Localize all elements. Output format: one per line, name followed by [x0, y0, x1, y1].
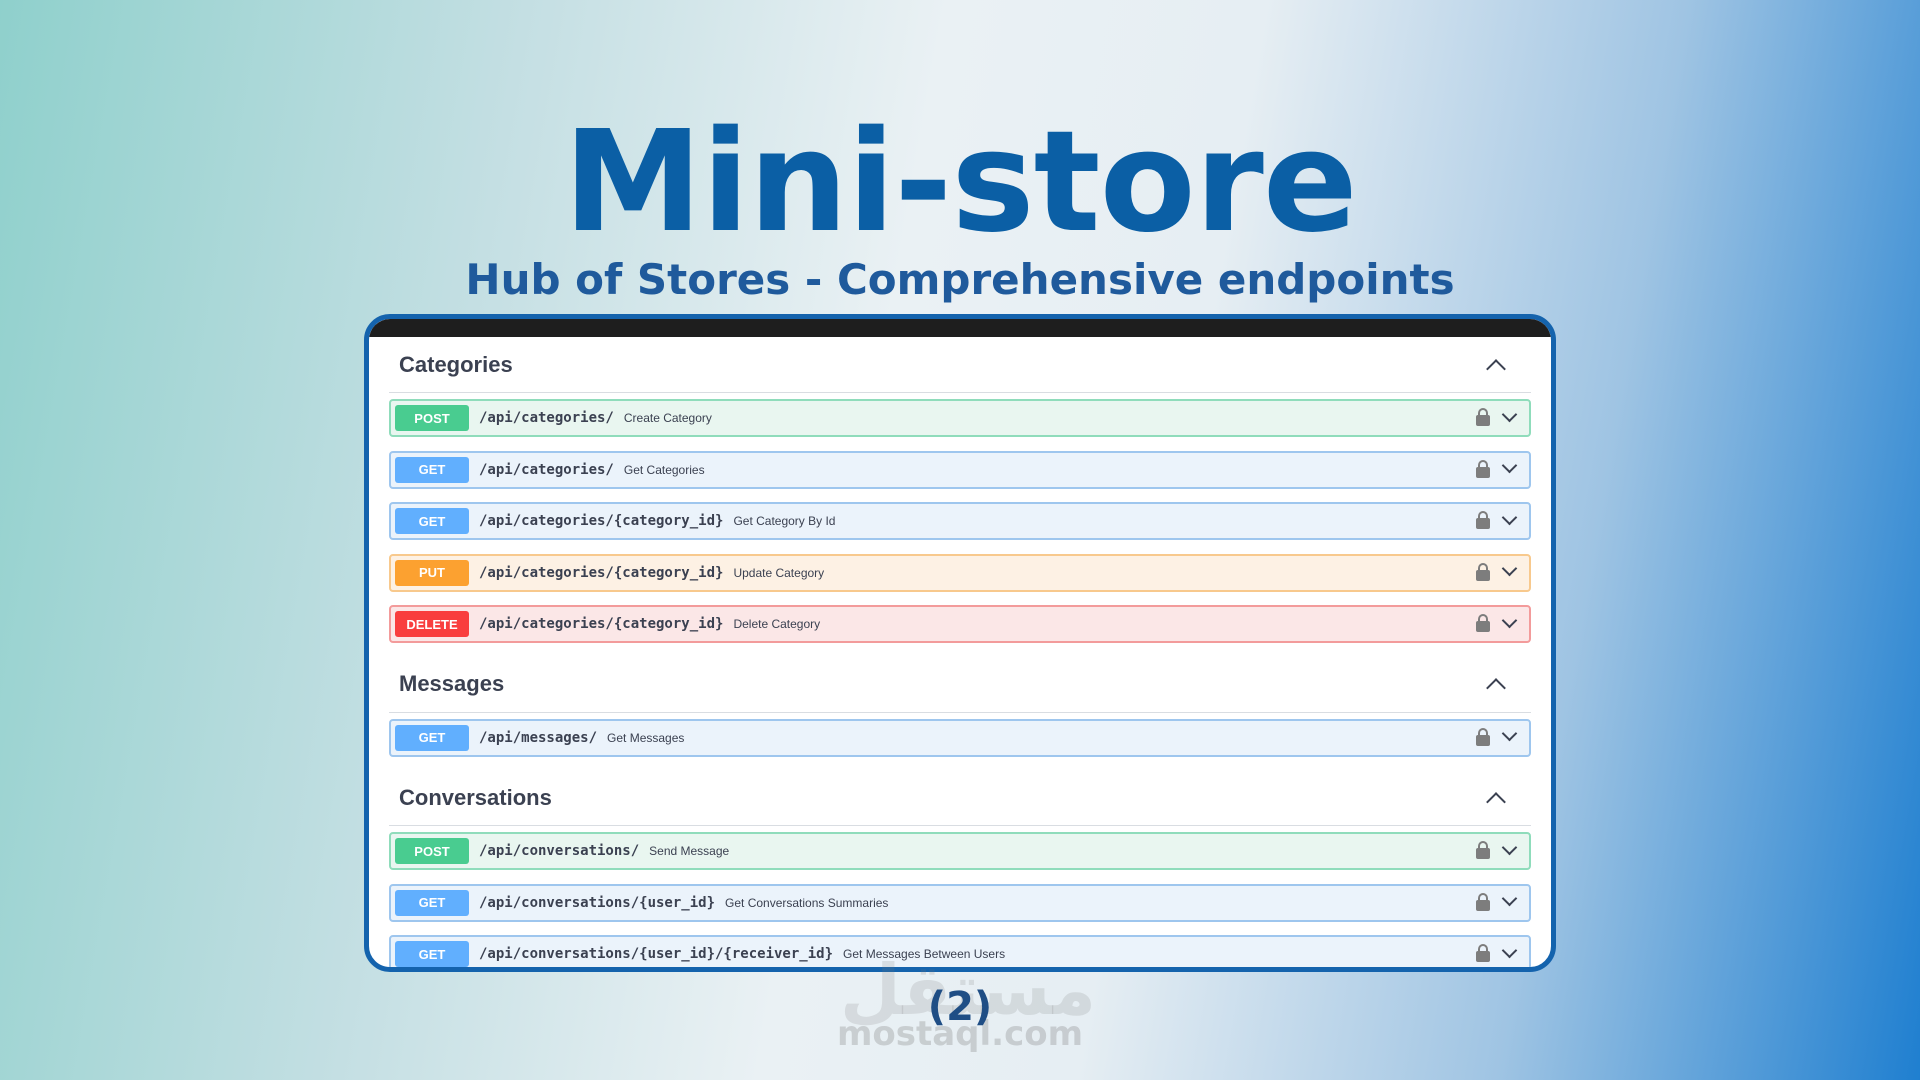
method-badge: GET: [395, 456, 469, 483]
operation-row[interactable]: POST/api/conversations/Send Message: [389, 832, 1531, 870]
method-badge: GET: [395, 941, 469, 967]
operation-controls: [1476, 457, 1518, 479]
chevron-down-icon[interactable]: [1501, 457, 1518, 474]
chevron-up-icon[interactable]: [1486, 791, 1506, 812]
endpoint-path: /api/categories/: [479, 461, 614, 478]
endpoint-summary: Create Category: [623, 411, 712, 425]
chevron-up-icon[interactable]: [1486, 678, 1506, 698]
lock-icon[interactable]: [1476, 510, 1490, 530]
endpoint-summary: Get Conversations Summaries: [725, 895, 889, 910]
operation-controls: [1476, 839, 1518, 860]
operation-controls: [1476, 509, 1518, 530]
endpoint-summary: Delete Category: [733, 617, 821, 631]
endpoint-summary: Get Messages: [607, 730, 685, 745]
operation-row[interactable]: GET/api/conversations/{user_id} Get Conve…: [389, 883, 1531, 922]
section-title: Conversations: [399, 784, 552, 810]
method-badge: GET: [395, 724, 469, 751]
page-number: (2): [927, 984, 993, 1030]
endpoint-path: /api/conversations/{user_id}/{receiver_i…: [479, 946, 834, 962]
endpoint-path: /api/categories/{category_id}: [479, 513, 724, 529]
operation-row[interactable]: PUT/api/categories/{category_id} Update C…: [389, 553, 1531, 592]
endpoint-path: /api/categories/: [479, 410, 614, 426]
method-badge: POST: [395, 838, 469, 864]
method-badge: DELETE: [395, 611, 469, 637]
section-header-categories[interactable]: Categories: [389, 337, 1531, 393]
chevron-down-icon[interactable]: [1501, 942, 1518, 958]
endpoint-summary: Update Category: [733, 565, 825, 580]
panel-top-bar: [369, 319, 1551, 337]
lock-icon[interactable]: [1476, 459, 1490, 479]
lock-icon[interactable]: [1476, 840, 1490, 860]
operation-row[interactable]: DELETE/api/categories/{category_id} Delet…: [389, 605, 1531, 643]
operation-controls: [1476, 942, 1518, 963]
operation-row[interactable]: POST/api/categories/Create Category: [389, 399, 1531, 437]
chevron-down-icon[interactable]: [1501, 725, 1518, 742]
lock-icon[interactable]: [1476, 892, 1490, 912]
lock-icon[interactable]: [1476, 613, 1490, 633]
section-header-messages[interactable]: Messages: [389, 657, 1531, 713]
chevron-down-icon[interactable]: [1501, 406, 1518, 422]
operation-controls: [1476, 612, 1518, 633]
endpoint-summary: Send Message: [649, 844, 730, 858]
operation-controls: [1476, 725, 1518, 747]
operation-controls: [1476, 890, 1518, 912]
chevron-down-icon[interactable]: [1501, 890, 1518, 907]
section-title: Categories: [399, 351, 513, 377]
endpoint-summary: Get Category By Id: [733, 514, 836, 528]
method-badge: GET: [395, 508, 469, 534]
page-subtitle: Hub of Stores - Comprehensive endpoints: [465, 255, 1455, 304]
endpoint-path: /api/conversations/: [479, 843, 640, 859]
page-title: Mini-store: [563, 101, 1358, 264]
lock-icon[interactable]: [1476, 943, 1490, 963]
chevron-up-icon[interactable]: [1486, 358, 1506, 379]
endpoint-path: /api/categories/{category_id}: [479, 564, 724, 581]
api-sections: Categories POST/api/categories/Create Cat…: [389, 337, 1531, 967]
operation-controls: [1476, 406, 1518, 427]
endpoint-path: /api/categories/{category_id}: [479, 616, 724, 632]
operation-row[interactable]: GET/api/categories/{category_id} Get Cate…: [389, 502, 1531, 540]
method-badge: PUT: [395, 559, 469, 586]
section-title: Messages: [399, 671, 505, 696]
method-badge: GET: [395, 889, 469, 916]
endpoint-path: /api/conversations/{user_id}: [479, 894, 716, 911]
lock-icon[interactable]: [1476, 562, 1490, 582]
chevron-down-icon[interactable]: [1501, 839, 1518, 855]
method-badge: POST: [395, 405, 469, 431]
endpoint-path: /api/messages/: [479, 729, 598, 746]
operation-controls: [1476, 560, 1518, 582]
section-header-conversations[interactable]: Conversations: [389, 770, 1531, 826]
lock-icon[interactable]: [1476, 727, 1490, 747]
endpoint-summary: Get Categories: [623, 462, 705, 477]
chevron-down-icon[interactable]: [1501, 560, 1518, 577]
operation-row[interactable]: GET/api/messages/Get Messages: [389, 718, 1531, 757]
chevron-down-icon[interactable]: [1501, 509, 1518, 525]
lock-icon[interactable]: [1476, 407, 1490, 427]
operation-row[interactable]: GET/api/categories/Get Categories: [389, 450, 1531, 489]
api-docs-panel: Categories POST/api/categories/Create Cat…: [364, 314, 1556, 972]
chevron-down-icon[interactable]: [1501, 612, 1518, 628]
